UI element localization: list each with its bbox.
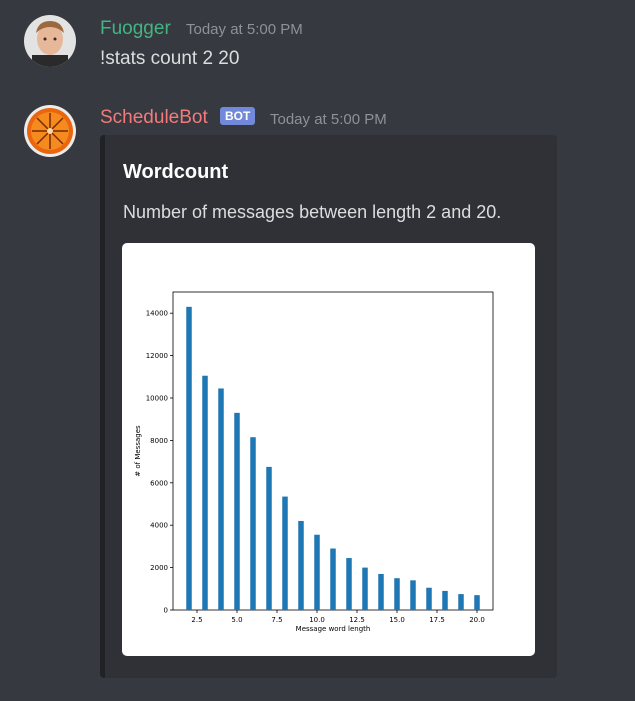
bot-badge: BOT xyxy=(220,107,256,125)
bar-2 xyxy=(186,306,192,610)
y-tick-label: 14000 xyxy=(146,310,168,318)
bar-5 xyxy=(234,412,240,610)
timestamp: Today at 5:00 PM xyxy=(186,21,303,38)
x-tick-label: 20.0 xyxy=(469,616,485,624)
x-tick-label: 15.0 xyxy=(389,616,405,624)
timestamp: Today at 5:00 PM xyxy=(270,111,387,128)
y-tick-label: 6000 xyxy=(150,479,168,487)
y-axis-label: # of Messages xyxy=(134,425,142,477)
user-avatar-image xyxy=(24,15,76,67)
x-tick-label: 2.5 xyxy=(191,616,202,624)
username[interactable]: Fuogger xyxy=(100,18,171,40)
x-tick-label: 17.5 xyxy=(429,616,445,624)
user-avatar[interactable] xyxy=(24,15,76,67)
bar-19 xyxy=(458,594,464,610)
bar-10 xyxy=(314,534,320,610)
embed-title: Wordcount xyxy=(123,161,229,183)
y-tick-label: 12000 xyxy=(146,352,168,360)
bar-4 xyxy=(218,388,224,610)
bar-12 xyxy=(346,558,352,610)
bar-13 xyxy=(362,567,368,610)
x-tick-label: 10.0 xyxy=(309,616,325,624)
x-tick-label: 12.5 xyxy=(349,616,365,624)
bar-9 xyxy=(298,520,304,610)
bar-17 xyxy=(426,587,432,610)
embed-chart-image[interactable]: 2.5 5.0 7.5 10.0 12.5 15.0 17.5 20.0 0 2000 4000 6… xyxy=(122,243,535,656)
x-axis-label: Message word length xyxy=(296,625,371,633)
y-tick-label: 0 xyxy=(164,607,168,615)
y-tick-label: 4000 xyxy=(150,522,168,530)
bar-11 xyxy=(330,548,336,610)
y-tick-label: 8000 xyxy=(150,437,168,445)
bar-16 xyxy=(410,580,416,610)
bar-7 xyxy=(266,466,272,610)
bar-14 xyxy=(378,573,384,610)
message-user: Fuogger Today at 5:00 PM !stats count 2 … xyxy=(0,0,635,90)
username[interactable]: ScheduleBot xyxy=(100,107,208,129)
bar-18 xyxy=(442,590,448,610)
bot-avatar[interactable] xyxy=(24,105,76,157)
message-text: !stats count 2 20 xyxy=(100,48,240,69)
bar-8 xyxy=(282,496,288,610)
y-tick-label: 10000 xyxy=(146,395,168,403)
bar-chart: 2.5 5.0 7.5 10.0 12.5 15.0 17.5 20.0 0 2000 4000 6… xyxy=(134,291,494,633)
bar-15 xyxy=(394,578,400,610)
bar-6 xyxy=(250,437,256,610)
bar-3 xyxy=(202,375,208,610)
embed-description: Number of messages between length 2 and … xyxy=(123,202,502,222)
x-tick-label: 5.0 xyxy=(231,616,242,624)
bar-20 xyxy=(474,595,480,610)
x-tick-label: 7.5 xyxy=(271,616,282,624)
orange-slice-icon xyxy=(24,105,76,157)
embed: Wordcount Number of messages between len… xyxy=(100,135,557,678)
y-tick-label: 2000 xyxy=(150,564,168,572)
